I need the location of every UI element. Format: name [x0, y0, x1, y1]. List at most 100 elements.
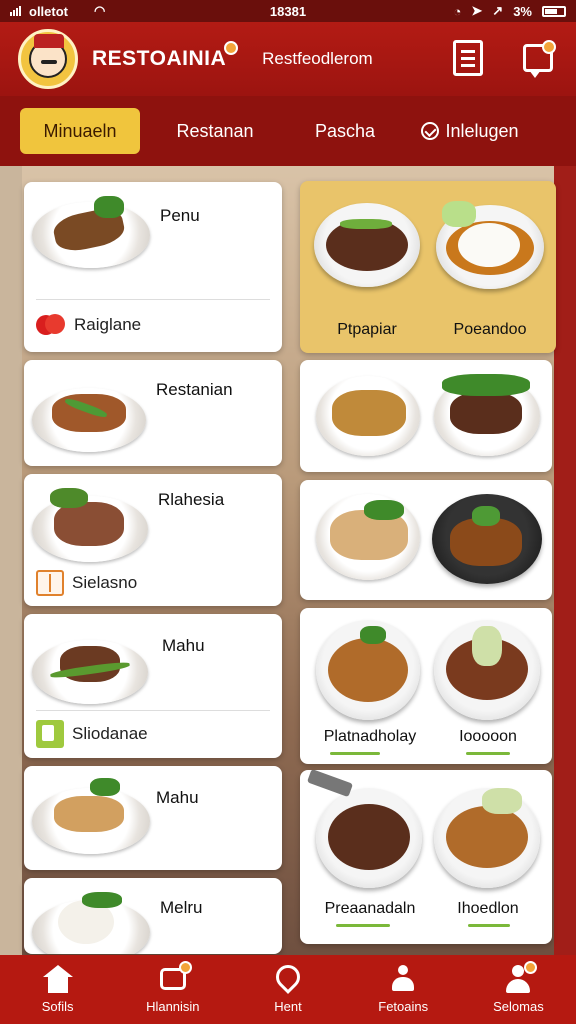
caption-underline — [330, 752, 380, 755]
battery-percent: 3% — [513, 3, 532, 19]
menu-card-mahu[interactable]: Mahu Sliodanae — [24, 614, 282, 758]
card-sub-row: Sliodanae — [36, 720, 148, 748]
dish-card-5[interactable]: Preaanadaln Ihoedlon — [300, 770, 552, 944]
card-sub-row: Raiglane — [36, 314, 141, 336]
dish-food — [328, 638, 408, 702]
dish-utensil — [306, 770, 354, 798]
card-caption: Platnadholay — [323, 728, 417, 745]
card-title: Restanian — [156, 380, 233, 399]
battery-icon — [542, 5, 566, 17]
card-divider — [36, 710, 270, 711]
nav-selomas[interactable]: Selomas — [461, 955, 576, 1024]
check-circle-icon — [421, 122, 440, 140]
card-caption: Ihoedlon — [457, 900, 519, 917]
chef-mascot-icon — [29, 34, 67, 78]
dish-garnish — [442, 201, 476, 227]
notification-badge — [178, 961, 192, 974]
dish-card-4[interactable]: Platnadholay Iooooon — [300, 608, 552, 764]
carrier-label: olletot — [29, 3, 68, 19]
status-time: 18381 — [269, 3, 307, 19]
header-subtitle: Restfeodlerom — [262, 49, 373, 68]
dish-garnish — [472, 506, 500, 526]
featured-card[interactable]: Ptpapiar Poeandoo — [300, 181, 556, 353]
status-bar: olletot ◠ 18381 ◔ ➤ ↗ 3% — [0, 0, 576, 22]
category-tabs: Minuaeln Restanan Pascha Inlelugen — [0, 96, 576, 166]
dish-card-2[interactable] — [300, 360, 552, 472]
dish-food — [446, 806, 528, 868]
dish-garnish — [472, 626, 502, 666]
card-sub-row: Sielasno — [36, 570, 137, 596]
menu-card-rlahesia[interactable]: Rlahesia Sielasno — [24, 474, 282, 606]
nav-label: Hlannisin — [146, 999, 200, 1014]
location-pin-icon — [271, 960, 305, 995]
nav-label: Sofils — [41, 999, 74, 1014]
card-caption: Iooooon — [459, 728, 517, 745]
nav-label: Selomas — [493, 999, 544, 1014]
card-title: Penu — [160, 206, 200, 225]
app-logo[interactable] — [18, 29, 78, 89]
app-header: RESTOAINIA Restfeodlerom — [0, 22, 576, 96]
card-caption: Preaanadaln — [324, 900, 416, 917]
dish-garnish — [50, 488, 88, 508]
dish-food — [450, 392, 522, 434]
document-icon — [453, 40, 483, 76]
caption-underline — [468, 924, 510, 927]
dish-food — [332, 390, 406, 436]
messages-button[interactable] — [518, 38, 558, 78]
alarm-icon: ◔ — [453, 3, 462, 19]
navigation-icon: ↗ — [492, 3, 504, 18]
brand-badge — [224, 41, 239, 55]
card-caption: Ptpapiar — [337, 321, 397, 338]
notification-badge — [524, 961, 538, 974]
dish-rice — [458, 223, 520, 267]
card-sub-label: Sliodanae — [72, 724, 148, 743]
card-divider — [36, 299, 270, 300]
brand-name: RESTOAINIA — [92, 41, 239, 71]
home-icon — [42, 965, 73, 995]
card-title: Melru — [160, 898, 203, 917]
card-sub-label: Sielasno — [72, 573, 138, 592]
dish-food — [54, 796, 124, 832]
signal-icon — [10, 6, 21, 16]
dish-garnish — [482, 788, 522, 814]
dish-garnish — [364, 500, 404, 520]
bottom-navigation: Sofils Hlannisin Hent Fetoains Selomas — [0, 955, 576, 1024]
nav-fetoains[interactable]: Fetoains — [346, 955, 461, 1024]
people-icon — [388, 965, 418, 995]
menu-card-penu[interactable]: Penu Raiglane — [24, 182, 282, 352]
tomato-icon — [36, 314, 66, 336]
card-caption: Poeandoo — [453, 321, 527, 338]
nav-label: Fetoains — [378, 999, 429, 1014]
dish-food — [54, 502, 124, 546]
notification-badge — [542, 40, 556, 54]
wifi-icon: ◠ — [94, 3, 106, 18]
card-sub-label: Raiglane — [74, 315, 142, 334]
tab-inlelugen[interactable]: Inlelugen — [400, 108, 540, 154]
card-title: Mahu — [156, 788, 199, 807]
book-icon — [36, 570, 64, 596]
caption-underline — [336, 924, 390, 927]
dish-garnish — [94, 196, 124, 218]
nav-label: Hent — [274, 999, 302, 1014]
menu-card-melru[interactable]: Melru — [24, 878, 282, 954]
caption-underline — [466, 752, 510, 755]
nav-sofils[interactable]: Sofils — [0, 955, 115, 1024]
nav-hent[interactable]: Hent — [230, 955, 345, 1024]
dish-garnish — [90, 778, 120, 796]
chat-icon — [158, 961, 192, 995]
dish-card-3[interactable] — [300, 480, 552, 600]
cup-icon — [36, 720, 64, 748]
menu-card-restanian[interactable]: Restanian — [24, 360, 282, 466]
profile-icon — [503, 961, 538, 995]
tab-restanan[interactable]: Restanan — [140, 108, 290, 154]
nav-hlannisin[interactable]: Hlannisin — [115, 955, 230, 1024]
tab-pascha[interactable]: Pascha — [290, 108, 400, 154]
menu-card-mahu-2[interactable]: Mahu — [24, 766, 282, 870]
dish-garnish — [340, 219, 392, 229]
card-title: Mahu — [162, 636, 205, 655]
tab-minuaeln[interactable]: Minuaeln — [20, 108, 140, 154]
dish-food — [328, 804, 410, 870]
location-icon: ➤ — [471, 3, 483, 18]
dish-garnish — [442, 374, 530, 396]
menu-document-button[interactable] — [448, 38, 488, 78]
